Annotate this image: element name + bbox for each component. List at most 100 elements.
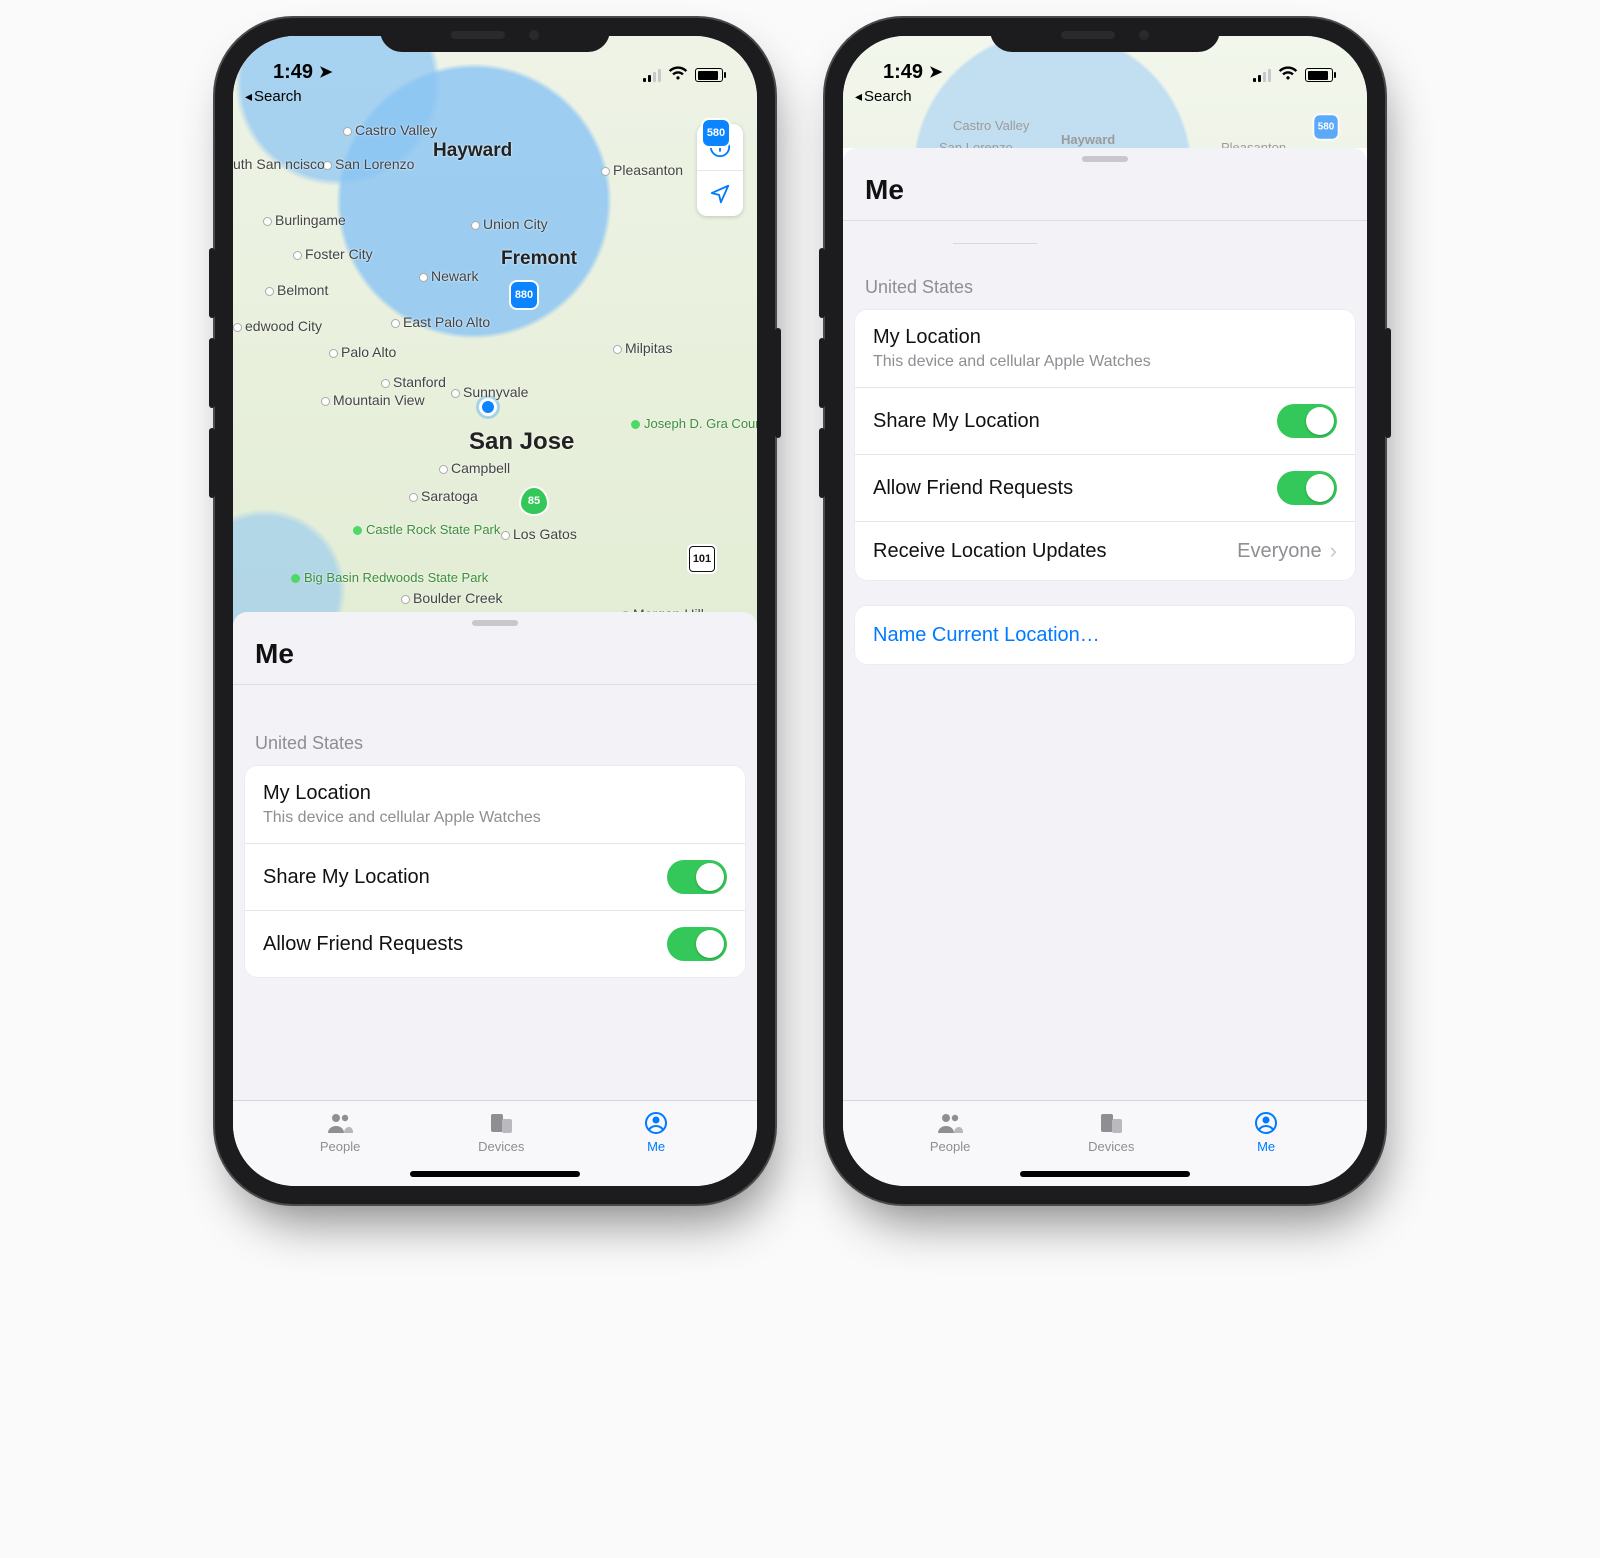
name-current-location-button[interactable]: Name Current Location… — [855, 606, 1355, 664]
map-label: San Lorenzo — [323, 156, 414, 172]
settings-card: My Location This device and cellular App… — [855, 310, 1355, 580]
route-shield-i580: 580 — [1314, 115, 1337, 138]
notch — [990, 18, 1220, 52]
battery-icon — [1305, 68, 1333, 82]
share-my-location-row: Share My Location — [245, 843, 745, 910]
share-my-location-toggle[interactable] — [667, 860, 727, 894]
map-label: Belmont — [265, 282, 328, 298]
map-label: Castle Rock State Park — [353, 522, 500, 537]
map-label: Sunnyvale — [451, 384, 528, 400]
back-label: Search — [864, 88, 912, 105]
my-location-label: My Location — [873, 326, 981, 349]
share-my-location-label: Share My Location — [873, 410, 1040, 433]
allow-friend-requests-toggle[interactable] — [667, 927, 727, 961]
sheet-grabber[interactable] — [1082, 156, 1128, 162]
map-label: Union City — [471, 216, 548, 232]
current-location-dot — [479, 398, 497, 416]
tab-people[interactable]: People — [930, 1111, 970, 1154]
my-location-label: My Location — [263, 782, 371, 805]
name-location-card: Name Current Location… — [855, 606, 1355, 664]
share-my-location-row: Share My Location — [855, 387, 1355, 454]
share-my-location-label: Share My Location — [263, 866, 430, 889]
map-label: Hayward — [433, 140, 512, 162]
my-location-row[interactable]: My Location This device and cellular App… — [245, 766, 745, 843]
receive-location-updates-label: Receive Location Updates — [873, 540, 1106, 563]
map-label: Saratoga — [409, 488, 478, 504]
map-label: edwood City — [233, 318, 322, 334]
route-shield-us101: 101 — [689, 546, 715, 572]
map-label: Big Basin Redwoods State Park — [291, 570, 488, 585]
chevron-right-icon: › — [1330, 538, 1337, 564]
allow-friend-requests-label: Allow Friend Requests — [263, 933, 463, 956]
phone-left: 1:49 ➤ Search — [215, 18, 775, 1204]
map-label: Joseph D. Gra County Park — [631, 416, 757, 431]
section-header: United States — [233, 685, 757, 766]
map-label: Pleasanton — [601, 162, 683, 178]
my-location-sub: This device and cellular Apple Watches — [263, 809, 541, 827]
tab-label: People — [320, 1139, 360, 1154]
share-my-location-toggle[interactable] — [1277, 404, 1337, 438]
allow-friend-requests-row: Allow Friend Requests — [245, 910, 745, 977]
cell-signal-icon — [1253, 68, 1271, 82]
status-time: 1:49 — [273, 61, 313, 84]
tab-label: Devices — [478, 1139, 524, 1154]
map-label: Boulder Creek — [401, 590, 503, 606]
tab-people[interactable]: People — [320, 1111, 360, 1154]
me-sheet-expanded[interactable]: Me United States My Location This device… — [843, 148, 1367, 1186]
map-label: East Palo Alto — [391, 314, 490, 330]
wifi-icon — [1278, 66, 1298, 84]
home-indicator[interactable] — [410, 1171, 580, 1177]
allow-friend-requests-toggle[interactable] — [1277, 471, 1337, 505]
tab-label: Me — [647, 1139, 665, 1154]
tab-me[interactable]: Me — [1252, 1111, 1280, 1154]
map-label: Foster City — [293, 246, 373, 262]
cell-signal-icon — [643, 68, 661, 82]
map-label: Campbell — [439, 460, 510, 476]
map-label: Castro Valley — [953, 118, 1029, 133]
tab-label: Devices — [1088, 1139, 1134, 1154]
map-label: Castro Valley — [343, 122, 437, 138]
battery-icon — [695, 68, 723, 82]
receive-location-updates-row[interactable]: Receive Location Updates Everyone › — [855, 521, 1355, 580]
location-services-icon: ➤ — [929, 62, 942, 82]
people-icon — [936, 1111, 964, 1135]
devices-icon — [1097, 1111, 1125, 1135]
recenter-location-button[interactable] — [697, 170, 743, 216]
status-time: 1:49 — [883, 61, 923, 84]
map-label: Fremont — [501, 248, 577, 270]
home-indicator[interactable] — [1020, 1171, 1190, 1177]
my-location-row[interactable]: My Location This device and cellular App… — [855, 310, 1355, 387]
receive-location-updates-value: Everyone — [1237, 540, 1322, 563]
back-label: Search — [254, 88, 302, 105]
map-view[interactable]: 580 880 85 101 Castro Valley Hayward San… — [233, 36, 757, 626]
map-label: Stanford — [381, 374, 446, 390]
route-shield-ca85: 85 — [521, 488, 547, 514]
tab-devices[interactable]: Devices — [478, 1111, 524, 1154]
map-label: Hayward — [1061, 132, 1115, 147]
map-label: Newark — [419, 268, 478, 284]
map-label: uth San ncisco — [233, 156, 325, 172]
sheet-title: Me — [843, 168, 1367, 220]
sheet-grabber[interactable] — [472, 620, 518, 626]
back-to-search[interactable]: Search — [245, 88, 302, 105]
settings-card: My Location This device and cellular App… — [245, 766, 745, 977]
map-label: Los Gatos — [501, 526, 577, 542]
back-to-search[interactable]: Search — [855, 88, 912, 105]
route-shield-i580: 580 — [703, 120, 729, 146]
route-shield-i880: 880 — [511, 282, 537, 308]
wifi-icon — [668, 66, 688, 84]
me-icon — [1252, 1111, 1280, 1135]
phone-right: 1:49 ➤ Search Castro Valley Hayward San … — [825, 18, 1385, 1204]
my-location-sub: This device and cellular Apple Watches — [873, 353, 1151, 371]
notch — [380, 18, 610, 52]
sheet-title: Me — [233, 632, 757, 684]
people-icon — [326, 1111, 354, 1135]
allow-friend-requests-label: Allow Friend Requests — [873, 477, 1073, 500]
tab-me[interactable]: Me — [642, 1111, 670, 1154]
me-icon — [642, 1111, 670, 1135]
map-label: Mountain View — [321, 392, 425, 408]
location-services-icon: ➤ — [319, 62, 332, 82]
tab-devices[interactable]: Devices — [1088, 1111, 1134, 1154]
map-label: Milpitas — [613, 340, 672, 356]
tab-label: Me — [1257, 1139, 1275, 1154]
